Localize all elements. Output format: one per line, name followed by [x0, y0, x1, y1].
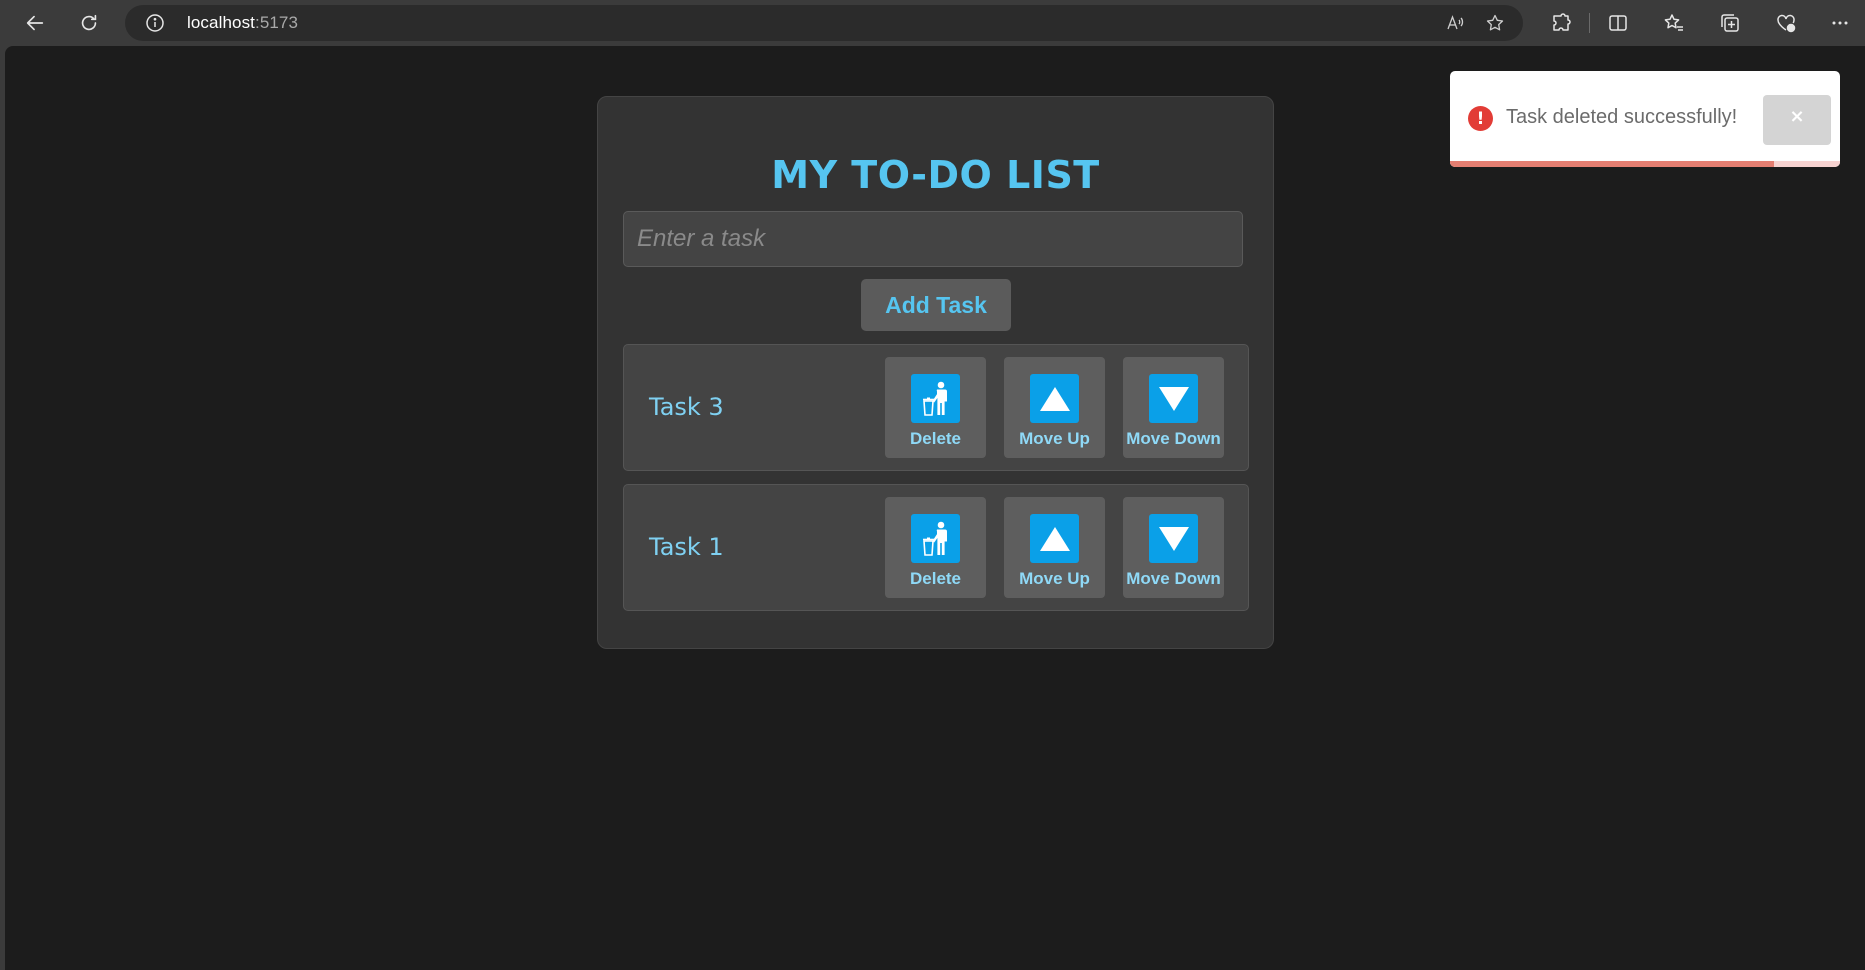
trash-person-icon — [911, 514, 960, 563]
toast-progress-track — [1450, 161, 1840, 167]
more-menu-icon[interactable] — [1826, 9, 1854, 37]
read-aloud-icon[interactable] — [1443, 12, 1467, 34]
toast-message: Task deleted successfully! — [1506, 106, 1738, 128]
todo-card: MY TO-DO LIST Add Task Task 3 Delete Mov… — [597, 96, 1274, 649]
toast-progress-bar — [1450, 161, 1774, 167]
url-text[interactable]: localhost:5173 — [187, 13, 298, 33]
toast-close-button[interactable]: × — [1763, 95, 1831, 145]
browser-essentials-icon[interactable] — [1772, 9, 1800, 37]
back-arrow-icon[interactable] — [19, 7, 51, 39]
url-port: :5173 — [255, 13, 299, 32]
error-icon: ! — [1468, 106, 1493, 131]
toolbar-divider — [1589, 13, 1590, 33]
move-down-label: Move Down — [1126, 429, 1221, 448]
move-down-button[interactable]: Move Down — [1123, 357, 1224, 458]
delete-button[interactable]: Delete — [885, 497, 986, 598]
toast-notification: ! Task deleted successfully! × — [1450, 71, 1840, 167]
split-screen-icon[interactable] — [1604, 9, 1632, 37]
add-task-button[interactable]: Add Task — [861, 279, 1011, 331]
task-input[interactable] — [623, 211, 1243, 267]
delete-label: Delete — [909, 429, 962, 448]
extensions-icon[interactable] — [1547, 9, 1575, 37]
task-row: Task 3 Delete Move Up Move Down — [623, 344, 1249, 471]
favorite-star-icon[interactable] — [1483, 12, 1507, 34]
browser-toolbar: localhost:5173 — [0, 0, 1865, 46]
move-up-label: Move Up — [1019, 429, 1090, 448]
up-triangle-icon — [1030, 514, 1079, 563]
url-host: localhost — [187, 13, 255, 32]
delete-label: Delete — [909, 569, 962, 588]
trash-person-icon — [911, 374, 960, 423]
address-bar[interactable]: localhost:5173 — [125, 5, 1523, 41]
favorites-icon[interactable] — [1660, 9, 1688, 37]
site-info-icon[interactable] — [145, 13, 165, 33]
refresh-icon[interactable] — [73, 7, 105, 39]
down-triangle-icon — [1149, 374, 1198, 423]
delete-button[interactable]: Delete — [885, 357, 986, 458]
move-down-label: Move Down — [1126, 569, 1221, 588]
move-up-label: Move Up — [1019, 569, 1090, 588]
move-up-button[interactable]: Move Up — [1004, 357, 1105, 458]
task-text: Task 1 — [649, 533, 724, 561]
page-title: MY TO-DO LIST — [771, 153, 1100, 197]
move-down-button[interactable]: Move Down — [1123, 497, 1224, 598]
task-text: Task 3 — [649, 393, 724, 421]
up-triangle-icon — [1030, 374, 1079, 423]
task-row: Task 1 Delete Move Up Move Down — [623, 484, 1249, 611]
move-up-button[interactable]: Move Up — [1004, 497, 1105, 598]
down-triangle-icon — [1149, 514, 1198, 563]
collections-icon[interactable] — [1716, 9, 1744, 37]
